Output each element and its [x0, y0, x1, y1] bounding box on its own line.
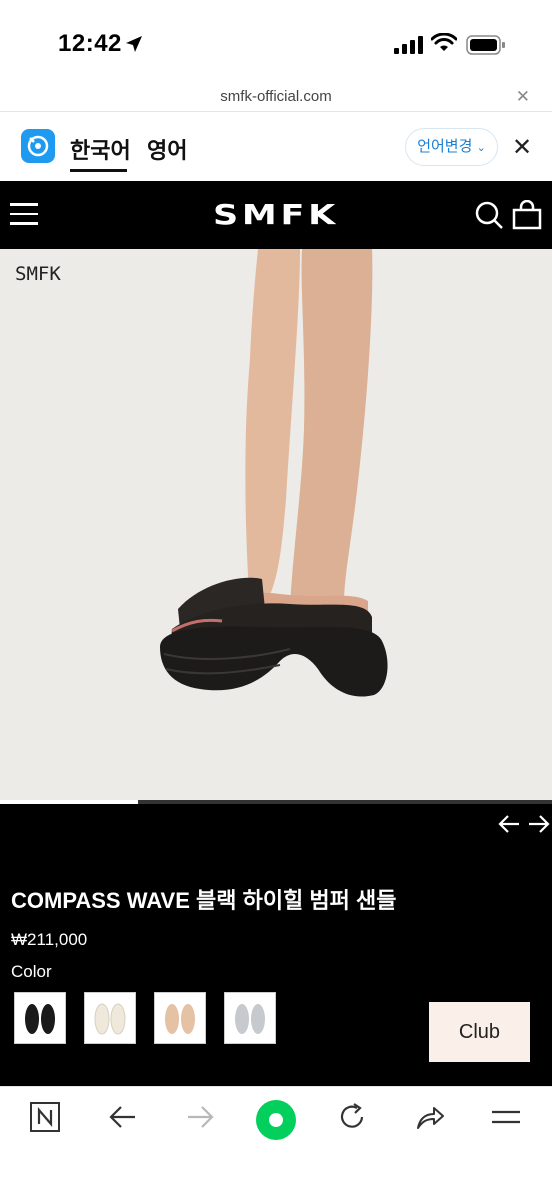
- site-header: SMFK: [0, 181, 552, 249]
- status-time: 12:42: [58, 30, 122, 57]
- color-swatch-ivory[interactable]: [84, 992, 136, 1044]
- battery-icon: [466, 35, 505, 55]
- chevron-down-icon: ⌄: [476, 142, 486, 154]
- product-info-panel: COMPASS WAVE 블랙 하이힐 범퍼 샌들 ₩211,000 Color…: [0, 800, 552, 1086]
- black-sandal-icon: [25, 1004, 55, 1034]
- club-button[interactable]: Club: [429, 1002, 530, 1062]
- screen: 12:42 smfk-official.com ✕ 한국어 영어 언어변경 ⌄ …: [0, 0, 552, 1200]
- shopping-bag-icon[interactable]: [512, 200, 542, 230]
- color-swatch-silver[interactable]: [224, 992, 276, 1044]
- naver-home-icon[interactable]: [29, 1101, 61, 1133]
- browser-toolbar: [0, 1086, 552, 1200]
- image-brand-mark: SMFK: [15, 263, 61, 285]
- close-translation-icon[interactable]: ✕: [512, 133, 532, 162]
- share-icon[interactable]: [414, 1101, 446, 1133]
- location-arrow-icon: [126, 36, 142, 52]
- url-text[interactable]: smfk-official.com: [0, 88, 552, 105]
- tab-target-language[interactable]: 영어: [147, 133, 187, 165]
- product-price: ₩211,000: [11, 930, 88, 949]
- change-language-label: 언어변경: [417, 138, 473, 155]
- ivory-sandal-icon: [94, 1003, 126, 1035]
- status-bar: 12:42: [0, 0, 552, 84]
- color-swatch-nude[interactable]: [154, 992, 206, 1044]
- wifi-icon: [431, 33, 457, 51]
- refresh-icon[interactable]: [337, 1101, 367, 1133]
- product-title: COMPASS WAVE 블랙 하이힐 범퍼 샌들: [11, 888, 397, 913]
- site-logo[interactable]: SMFK: [0, 198, 552, 231]
- green-dot-icon[interactable]: [255, 1099, 297, 1141]
- arrow-right-icon[interactable]: [527, 812, 551, 836]
- search-icon[interactable]: [474, 200, 504, 230]
- papago-logo-icon[interactable]: [21, 129, 55, 163]
- menu-icon[interactable]: [490, 1101, 522, 1133]
- color-label: Color: [11, 962, 52, 981]
- tab-source-language[interactable]: 한국어: [70, 133, 131, 165]
- nude-sandal-icon: [165, 1004, 195, 1034]
- change-language-button[interactable]: 언어변경 ⌄: [405, 128, 498, 166]
- arrow-left-icon[interactable]: [497, 812, 521, 836]
- back-arrow-icon[interactable]: [108, 1101, 138, 1133]
- product-photo: [0, 249, 552, 800]
- color-swatch-black[interactable]: [14, 992, 66, 1044]
- product-image[interactable]: SMFK: [0, 249, 552, 800]
- silver-sandal-icon: [235, 1004, 265, 1034]
- browser-url-bar[interactable]: smfk-official.com ✕: [0, 84, 552, 112]
- translation-bar: 한국어 영어 언어변경 ⌄ ✕: [0, 113, 552, 181]
- cellular-signal-icon: [394, 36, 423, 54]
- close-url-icon[interactable]: ✕: [516, 87, 530, 107]
- forward-arrow-icon[interactable]: [185, 1101, 215, 1133]
- slide-progress-bar: [0, 800, 138, 804]
- active-tab-underline: [70, 169, 127, 172]
